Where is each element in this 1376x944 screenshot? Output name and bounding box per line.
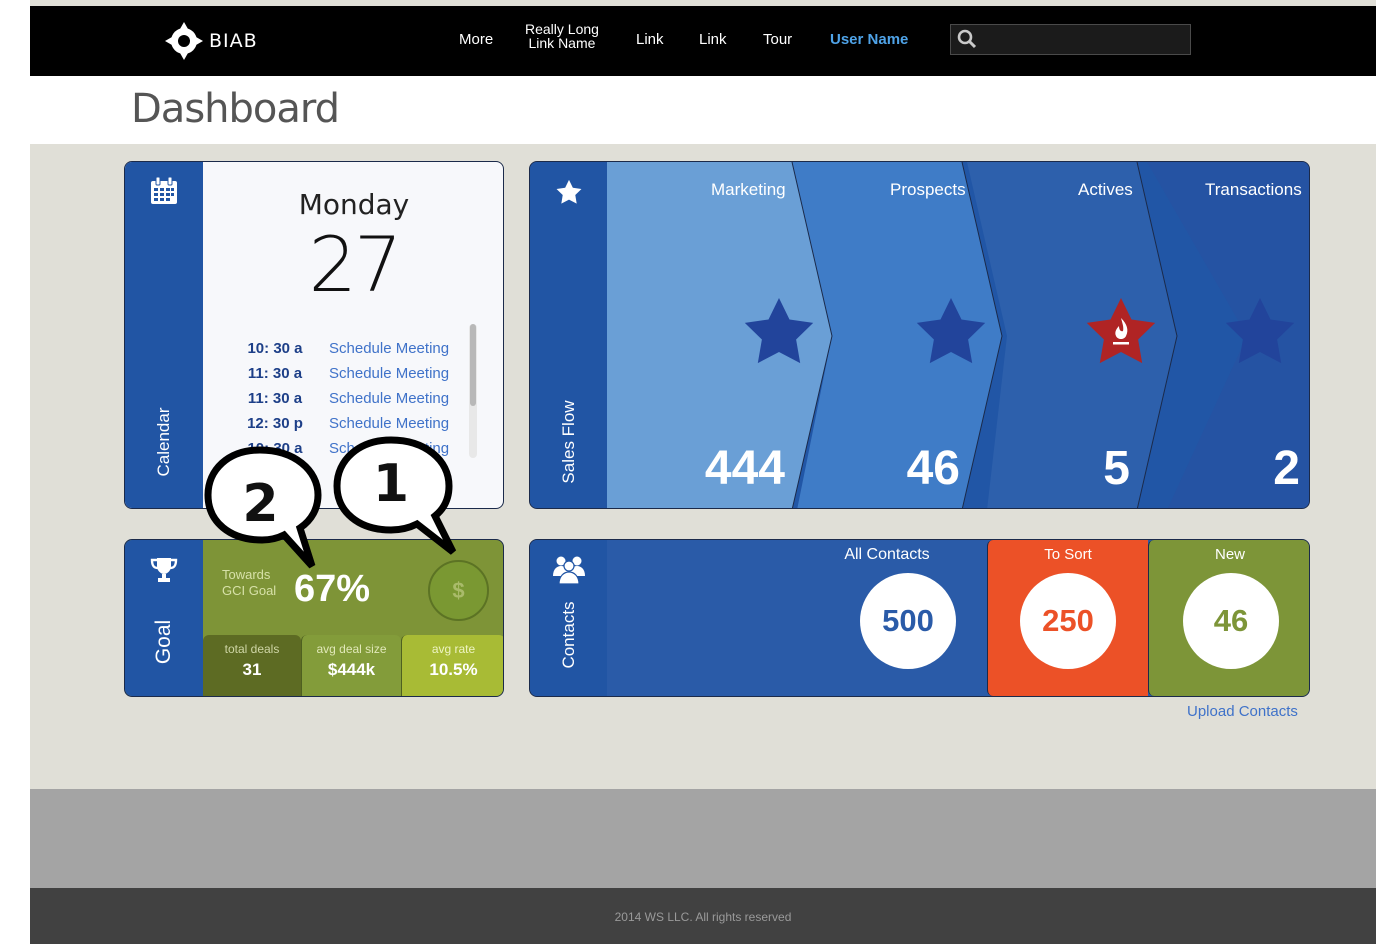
stage-name-transactions: Transactions: [1205, 180, 1302, 199]
people-icon: [552, 556, 585, 584]
stage-name-marketing: Marketing: [711, 180, 786, 199]
page-left-margin: [0, 0, 30, 944]
title-band: Dashboard: [30, 76, 1376, 144]
nav-link-really-long-line2: Link Name: [528, 35, 596, 51]
dollar-button[interactable]: $: [428, 560, 489, 621]
stage-count-actives: 5: [1103, 442, 1130, 495]
schedule-scroll-thumb[interactable]: [470, 324, 476, 406]
nav-link-more[interactable]: More: [459, 32, 493, 47]
calendar-rail: Calendar: [125, 162, 203, 508]
search-box: [950, 24, 1191, 55]
copyright-text: 2014 WS LLC. All rights reserved: [614, 910, 792, 924]
goal-rail: Goal: [125, 540, 203, 696]
schedule-item[interactable]: 11: 30 a Schedule Meeting: [225, 386, 465, 411]
calendar-date: 27: [308, 220, 403, 309]
schedule-time: 11: 30 a: [247, 390, 303, 407]
search-input[interactable]: [981, 28, 1186, 51]
segment-title: All Contacts: [844, 546, 930, 563]
segment-count-circle: 250: [1020, 573, 1116, 669]
schedule-time: 11: 30 a: [247, 365, 303, 382]
schedule-title: Schedule Meeting: [329, 340, 450, 357]
sales-flow-label: Sales Flow: [558, 400, 578, 484]
contacts-rail: Contacts: [530, 540, 607, 696]
footer: 2014 WS LLC. All rights reserved: [30, 888, 1376, 944]
page-title: Dashboard: [131, 86, 340, 132]
stage-count-prospects: 46: [906, 442, 960, 495]
metric-avg-deal-size[interactable]: avg deal size $444k: [301, 635, 401, 696]
star-icon: [556, 179, 581, 204]
nav-link-tour[interactable]: Tour: [763, 32, 792, 47]
trophy-icon: [150, 558, 178, 582]
segment-count-circle: 46: [1183, 573, 1279, 669]
callout-number: 2: [242, 474, 279, 534]
crosshair-logo-icon: [165, 22, 203, 60]
metric-label: avg rate: [431, 642, 476, 656]
stage-name-prospects: Prospects: [890, 180, 966, 199]
callout-1: 1: [325, 430, 465, 555]
metric-label: total deals: [224, 642, 280, 656]
callout-number: 1: [372, 454, 410, 514]
brand-name: BIAB: [209, 30, 258, 52]
nav-link-1[interactable]: Link: [636, 32, 664, 47]
metric-value: 31: [242, 660, 262, 679]
callout-2: 2: [200, 440, 325, 570]
brand-logo[interactable]: BIAB: [165, 22, 258, 60]
goal-percent: 67%: [294, 568, 371, 610]
sales-flow-card: Sales Flow Marketing Prospects Actives T…: [529, 161, 1310, 509]
goal-label: Goal: [152, 619, 175, 665]
stage-name-actives: Actives: [1078, 180, 1133, 199]
metric-avg-rate[interactable]: avg rate 10.5%: [401, 635, 503, 696]
calendar-label: Calendar: [154, 407, 173, 477]
schedule-time: 10: 30 a: [247, 340, 303, 357]
segment-to-sort[interactable]: To Sort 250: [987, 540, 1148, 696]
goal-towards-text: Towards GCI Goal: [222, 567, 276, 599]
search-icon[interactable]: [957, 29, 977, 49]
contacts-card: Contacts All Contacts 500 To Sort 250 Ne…: [529, 539, 1310, 697]
metric-value: $444k: [327, 660, 376, 679]
segment-count-circle: 500: [860, 573, 956, 669]
schedule-item[interactable]: 10: 30 a Schedule Meeting: [225, 336, 465, 361]
calendar-weekday: Monday: [298, 188, 410, 221]
schedule-title: Schedule Meeting: [329, 390, 450, 407]
schedule-time: 12: 30 p: [247, 415, 303, 432]
nav-link-2[interactable]: Link: [699, 32, 727, 47]
goal-towards-line2: GCI Goal: [222, 583, 277, 598]
metric-label: avg deal size: [316, 642, 387, 656]
schedule-item[interactable]: 11: 30 a Schedule Meeting: [225, 361, 465, 386]
sales-flow-rail: Sales Flow: [530, 162, 607, 508]
segment-title: To Sort: [1044, 546, 1092, 563]
contacts-label: Contacts: [558, 601, 578, 669]
calendar-icon: [151, 176, 177, 204]
upload-contacts-link[interactable]: Upload Contacts: [1187, 703, 1298, 720]
stage-count-transactions: 2: [1273, 442, 1300, 495]
top-navigation: BIAB More Really Long Link Name Link Lin…: [30, 6, 1376, 76]
footer-band: [30, 789, 1376, 888]
segment-title: New: [1214, 546, 1245, 563]
stage-count-marketing: 444: [704, 442, 785, 495]
nav-link-really-long[interactable]: Really Long Link Name: [525, 22, 599, 50]
segment-all-contacts[interactable]: All Contacts 500: [607, 540, 987, 696]
schedule-title: Schedule Meeting: [329, 365, 450, 382]
metric-total-deals[interactable]: total deals 31: [203, 635, 301, 696]
metric-value: 10.5%: [429, 660, 478, 679]
nav-user-name[interactable]: User Name: [830, 32, 908, 47]
segment-new[interactable]: New 46: [1148, 540, 1309, 696]
